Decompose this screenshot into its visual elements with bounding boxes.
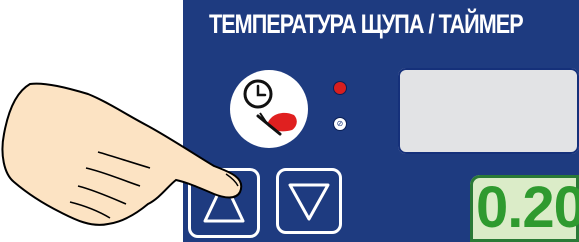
triangle-down-icon: [288, 183, 330, 221]
display-value: 0.20: [476, 175, 579, 240]
panel-title: ТЕМПЕРАТУРА ЩУПА / ТАЙМЕР: [209, 9, 524, 39]
bottom-display: 0.20: [470, 175, 579, 242]
status-led: ⊘: [334, 118, 346, 130]
top-display: [398, 68, 579, 154]
red-indicator-led: [334, 82, 346, 94]
pointing-hand-icon: [1, 82, 243, 226]
down-arrow-button[interactable]: [276, 168, 342, 234]
